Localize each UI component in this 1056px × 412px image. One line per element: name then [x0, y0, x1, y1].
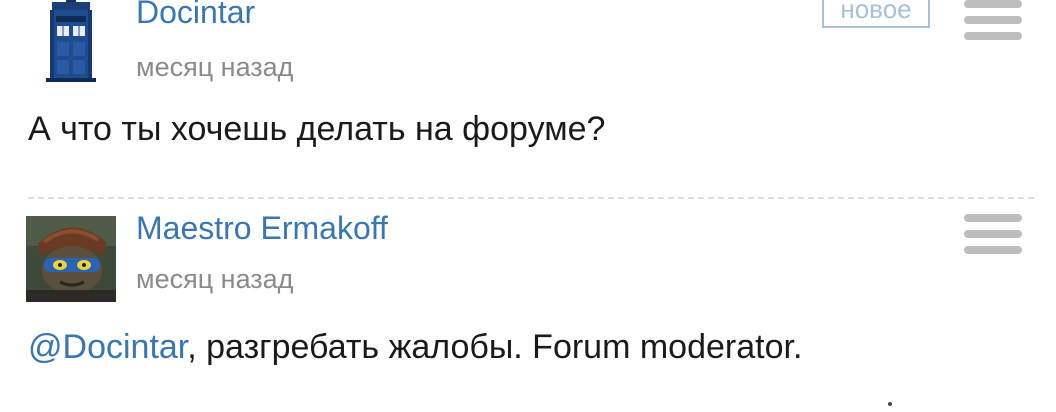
new-badge: новое	[822, 0, 930, 28]
comment-author[interactable]: Docintar	[136, 0, 255, 31]
avatar[interactable]	[26, 216, 116, 302]
comment-text: А что ты хочешь делать на форуме?	[28, 110, 606, 148]
avatar[interactable]	[26, 0, 116, 82]
comment-divider	[28, 197, 1034, 199]
comment-time: месяц назад	[136, 52, 294, 82]
police-box-avatar-icon	[26, 0, 116, 82]
bottom-dot	[888, 402, 892, 406]
comment-text: @Docintar, разгребать жалобы. Forum mode…	[28, 328, 802, 367]
menu-icon[interactable]	[964, 214, 1022, 258]
comment-text-content: , разгребать жалобы. Forum moderator.	[187, 328, 803, 366]
comment-time: месяц назад	[136, 264, 294, 294]
user-mention-link[interactable]: @Docintar	[28, 328, 187, 366]
menu-icon[interactable]	[964, 0, 1022, 44]
cartoon-character-avatar-icon	[26, 216, 116, 302]
comment-author[interactable]: Maestro Ermakoff	[136, 210, 388, 247]
